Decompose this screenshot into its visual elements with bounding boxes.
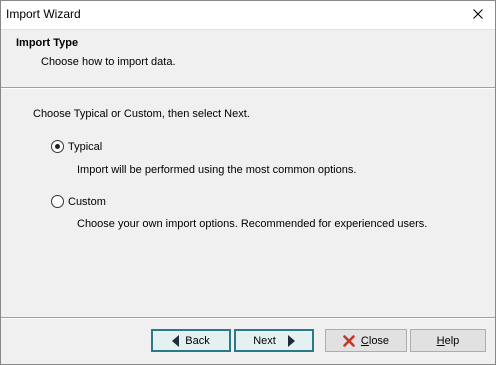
typical-description: Import will be performed using the most … [77, 164, 357, 176]
close-icon [473, 9, 483, 19]
custom-description: Choose your own import options. Recommen… [77, 218, 428, 230]
next-button[interactable]: Next [234, 329, 314, 352]
back-button[interactable]: Back [151, 329, 231, 352]
radio-label-custom: Custom [68, 195, 106, 208]
back-label: Back [185, 334, 210, 347]
instruction-text: Choose Typical or Custom, then select Ne… [33, 108, 250, 120]
arrow-right-icon [287, 334, 295, 347]
help-label: Help [436, 334, 460, 347]
help-button[interactable]: Help [410, 329, 486, 352]
next-label: Next [253, 334, 276, 347]
page-subtitle: Choose how to import data. [41, 56, 176, 68]
wizard-body: Choose Typical or Custom, then select Ne… [1, 89, 495, 317]
radio-button-custom[interactable] [51, 195, 64, 208]
window-title: Import Wizard [6, 7, 81, 21]
radio-typical[interactable]: Typical [51, 140, 102, 153]
radio-button-typical[interactable] [51, 140, 64, 153]
wizard-footer: Back Next Close Help [1, 319, 495, 364]
page-title: Import Type [16, 37, 79, 49]
import-wizard-window: Import Wizard Import Type Choose how to … [0, 0, 496, 365]
window-close-button[interactable] [465, 3, 491, 25]
radio-custom[interactable]: Custom [51, 195, 106, 208]
close-label: Close [360, 334, 390, 347]
red-x-icon [343, 334, 355, 347]
title-bar: Import Wizard [1, 1, 495, 29]
arrow-left-icon [172, 334, 180, 347]
radio-label-typical: Typical [68, 140, 103, 153]
close-button[interactable]: Close [325, 329, 407, 352]
wizard-header: Import Type Choose how to import data. [1, 29, 495, 87]
